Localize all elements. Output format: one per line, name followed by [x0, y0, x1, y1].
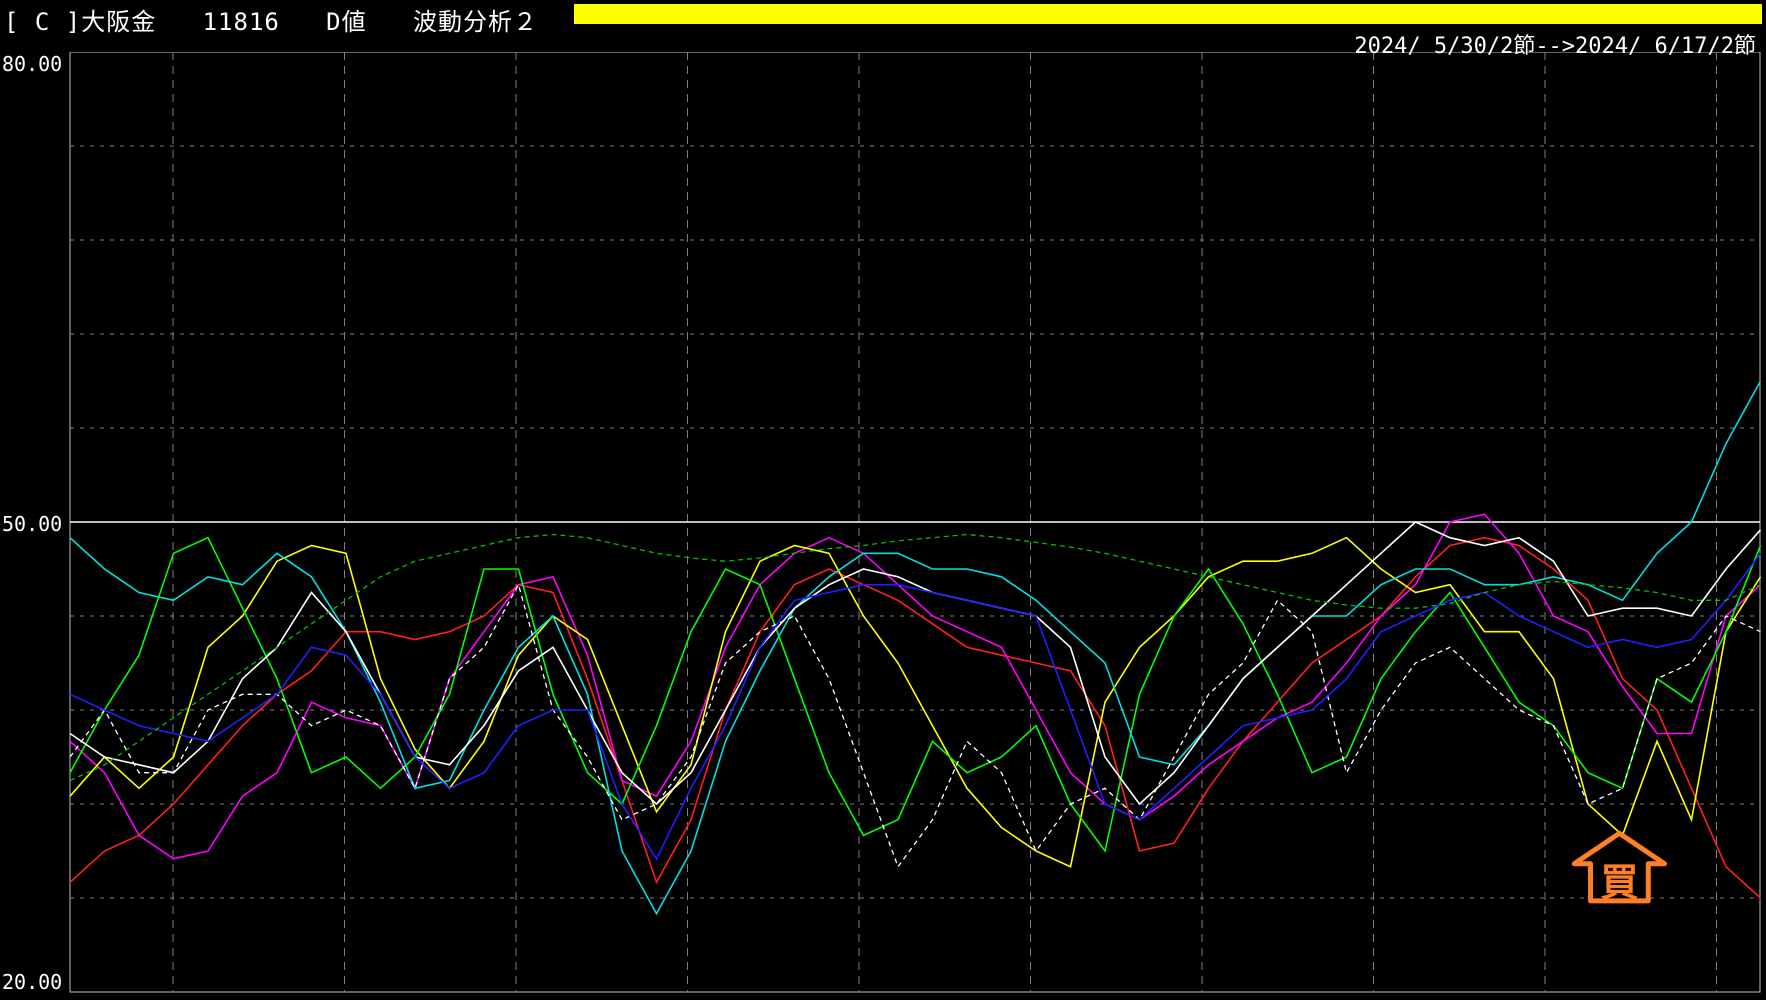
- y-tick-mid: 50.00: [2, 512, 63, 536]
- y-tick-top: 80.00: [2, 52, 63, 76]
- y-tick-bottom: 20.00: [2, 970, 63, 994]
- status-bar: [574, 4, 1762, 24]
- date-range: 2024/ 5/30/2節-->2024/ 6/17/2節: [1354, 34, 1756, 59]
- chart-area: 買: [0, 0, 1766, 1000]
- plot-background: [0, 0, 1766, 1000]
- buy-label: 買: [1600, 860, 1638, 904]
- header-bar: [ C ]大阪金 11816 D値 波動分析２ 2024/ 5/30/2節-->…: [0, 0, 1766, 59]
- chart-title: [ C ]大阪金 11816 D値 波動分析２: [4, 8, 538, 36]
